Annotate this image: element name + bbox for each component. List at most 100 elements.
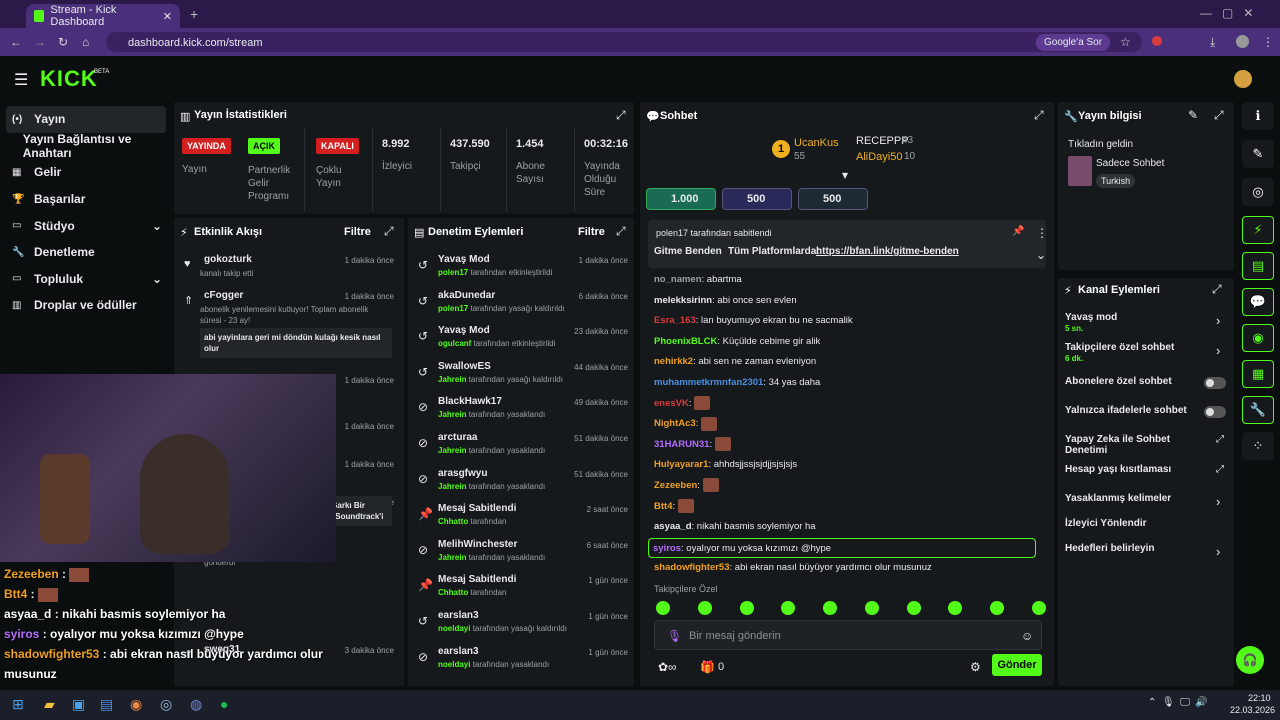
spotify-icon[interactable]: ●: [220, 696, 228, 712]
moderation-actor[interactable]: polen17: [438, 268, 468, 277]
moderation-title[interactable]: Yavaş Mod: [438, 325, 490, 336]
activity-user[interactable]: cFogger: [204, 290, 243, 301]
goal-bar-2[interactable]: 500: [722, 188, 792, 210]
chat-username[interactable]: shadowfighter53: [654, 562, 730, 573]
windows-start-icon[interactable]: ⊞: [12, 696, 24, 713]
moderation-title[interactable]: arcturaa: [438, 432, 477, 443]
wrench-icon[interactable]: 🔧: [1242, 396, 1274, 424]
moderation-title[interactable]: BlackHawk17: [438, 396, 502, 407]
back-icon[interactable]: ←: [10, 35, 22, 49]
chat-username[interactable]: NightAc3: [654, 418, 696, 429]
mic-icon[interactable]: 🎙: [667, 629, 682, 643]
action-label[interactable]: Takipçilere özel sohbet: [1065, 342, 1205, 353]
moderation-title[interactable]: Mesaj Sabitlendi: [438, 574, 516, 585]
chat-message[interactable]: melekksirinn: abi once sen evlen: [654, 291, 1044, 312]
category-name[interactable]: Sadece Sohbet: [1096, 158, 1164, 169]
expand-pin-icon[interactable]: ⌄: [1036, 248, 1046, 262]
chat-username[interactable]: PhoenixBLCK: [654, 336, 717, 347]
collapse-leaderboard-icon[interactable]: ▾: [842, 168, 848, 182]
chat-username[interactable]: muhammetkrmnfan2301: [654, 377, 763, 388]
emote-icon[interactable]: [656, 601, 670, 615]
language-tag[interactable]: Turkish: [1096, 174, 1136, 188]
chat-message[interactable]: Hulyayarar1: ahhdsjjssjsjdjjsjsjsjs: [654, 455, 1044, 476]
chat-message[interactable]: Zezeeben:: [654, 476, 1044, 497]
document-icon[interactable]: ▤: [1242, 252, 1274, 280]
chat-username[interactable]: Hulyayarar1: [654, 459, 708, 470]
sidebar-item-4[interactable]: ▭ Stüdyo ⌄: [6, 212, 166, 239]
action-label[interactable]: İzleyici Yönlendir: [1065, 518, 1205, 529]
emote-icon[interactable]: [1031, 601, 1046, 615]
chevron-right-icon[interactable]: ›: [1216, 343, 1220, 358]
top-gifter-name[interactable]: UcanKus: [794, 137, 839, 149]
popout-icon[interactable]: ⤢: [1034, 108, 1044, 123]
user-avatar[interactable]: [1234, 70, 1252, 88]
apps-icon[interactable]: ⁘: [1242, 432, 1274, 460]
browser-tab[interactable]: Stream - Kick Dashboard ✕: [26, 4, 180, 28]
store-icon[interactable]: ▣: [72, 696, 85, 713]
action-label[interactable]: Hesap yaşı kısıtlaması: [1065, 464, 1205, 475]
broadcast-icon[interactable]: ◉: [1242, 324, 1274, 352]
bookmark-star-icon[interactable]: ☆: [1120, 35, 1131, 49]
channel-points-icon[interactable]: ✿∞: [658, 660, 677, 674]
chat-message[interactable]: Btt4:: [654, 497, 1044, 518]
chat-username[interactable]: no_namen: [654, 274, 702, 285]
moderation-actor[interactable]: Jahrein: [438, 410, 466, 419]
moderation-actor[interactable]: noeldayi: [438, 624, 470, 633]
chat-message[interactable]: asyaa_d: nikahi basmis soylemiyor ha: [654, 517, 1044, 538]
moderation-actor[interactable]: polen17: [438, 304, 468, 313]
moderation-title[interactable]: MelihWinchester: [438, 539, 517, 550]
chevron-right-icon[interactable]: ›: [1216, 313, 1220, 328]
chrome-icon[interactable]: ◉: [130, 696, 142, 713]
moderation-title[interactable]: earslan3: [438, 610, 479, 621]
chat-message[interactable]: muhammetkrmnfan2301: 34 yas daha: [654, 373, 1044, 394]
gifter-3-name[interactable]: AliDayi50: [856, 151, 902, 163]
window-controls-icon[interactable]: — ▢ ✕: [1200, 6, 1253, 20]
chat-message[interactable]: Esra_163: lan buyumuyo ekran bu ne sacma…: [654, 311, 1044, 332]
discord-icon[interactable]: ◍: [190, 696, 202, 713]
moderation-title[interactable]: Yavaş Mod: [438, 254, 490, 265]
moderation-actor[interactable]: Jahrein: [438, 446, 466, 455]
category-thumbnail[interactable]: [1068, 156, 1092, 186]
moderation-actor[interactable]: Jahrein: [438, 482, 466, 491]
goal-bar-1[interactable]: 1.000: [646, 188, 716, 210]
extension-icon[interactable]: [1152, 36, 1162, 46]
chat-username[interactable]: Zezeeben: [654, 480, 697, 491]
sidebar-item-0[interactable]: (•) Yayın: [6, 106, 166, 133]
new-tab-button[interactable]: +: [190, 6, 198, 22]
layout-icon[interactable]: ▦: [1242, 360, 1274, 388]
chat-message[interactable]: PhoenixBLCK: Küçülde cebime gir alik: [654, 332, 1044, 353]
chevron-down-icon[interactable]: ⌄: [152, 272, 162, 286]
emote-icon[interactable]: [739, 601, 754, 615]
system-tray-icon[interactable]: ⌃ 🎙 🖵 🔊: [1148, 697, 1208, 708]
reload-icon[interactable]: ↻: [58, 35, 68, 49]
edit-icon[interactable]: ✎: [1188, 108, 1198, 122]
chat-message[interactable]: NightAc3:: [654, 414, 1044, 435]
download-icon[interactable]: ⤓: [1210, 35, 1215, 50]
action-label[interactable]: Yapay Zeka ile Sohbet Denetimi: [1065, 434, 1205, 456]
pinned-message[interactable]: polen17 tarafından sabitlendi 📌 ⋮ Gitme …: [648, 220, 1048, 268]
moderation-title[interactable]: SwallowES: [438, 361, 491, 372]
emote-icon[interactable]: [781, 601, 796, 615]
hamburger-menu-icon[interactable]: ☰: [14, 70, 28, 90]
moderation-title[interactable]: earslan3: [438, 646, 479, 657]
chat-username[interactable]: Esra_163: [654, 315, 696, 326]
sidebar-item-1[interactable]: Yayın Bağlantısı ve Anahtarı: [6, 132, 166, 160]
moderation-actor[interactable]: ogulcanf: [438, 339, 471, 348]
chevron-right-icon[interactable]: ›: [1216, 494, 1220, 509]
emoji-picker-icon[interactable]: ☺: [1021, 629, 1033, 643]
popout-icon[interactable]: ⤢: [616, 108, 626, 123]
action-label[interactable]: Yalnızca ifadelerle sohbet: [1065, 405, 1205, 416]
gift-icon[interactable]: 🎁: [700, 660, 715, 674]
chat-message[interactable]: no_namen: abartma: [654, 270, 1044, 291]
action-label[interactable]: Abonelere özel sohbet: [1065, 376, 1205, 387]
chat-message[interactable]: syiros: oyalıyor mu yoksa kızımızı @hype: [648, 537, 1036, 559]
edit-icon[interactable]: ✎: [1242, 140, 1274, 168]
popout-icon[interactable]: ⤢: [384, 224, 394, 239]
moderation-actor[interactable]: Chhatto: [438, 588, 468, 597]
action-label[interactable]: Yavaş mod: [1065, 312, 1205, 323]
popout-icon[interactable]: ⤢: [1214, 108, 1224, 123]
sidebar-item-3[interactable]: 🏆 Başarılar: [6, 186, 166, 213]
google-ask-button[interactable]: Google'a Sor: [1036, 34, 1111, 51]
moderation-filter-button[interactable]: Filtre: [578, 226, 605, 238]
kick-logo[interactable]: KICK: [40, 66, 98, 92]
